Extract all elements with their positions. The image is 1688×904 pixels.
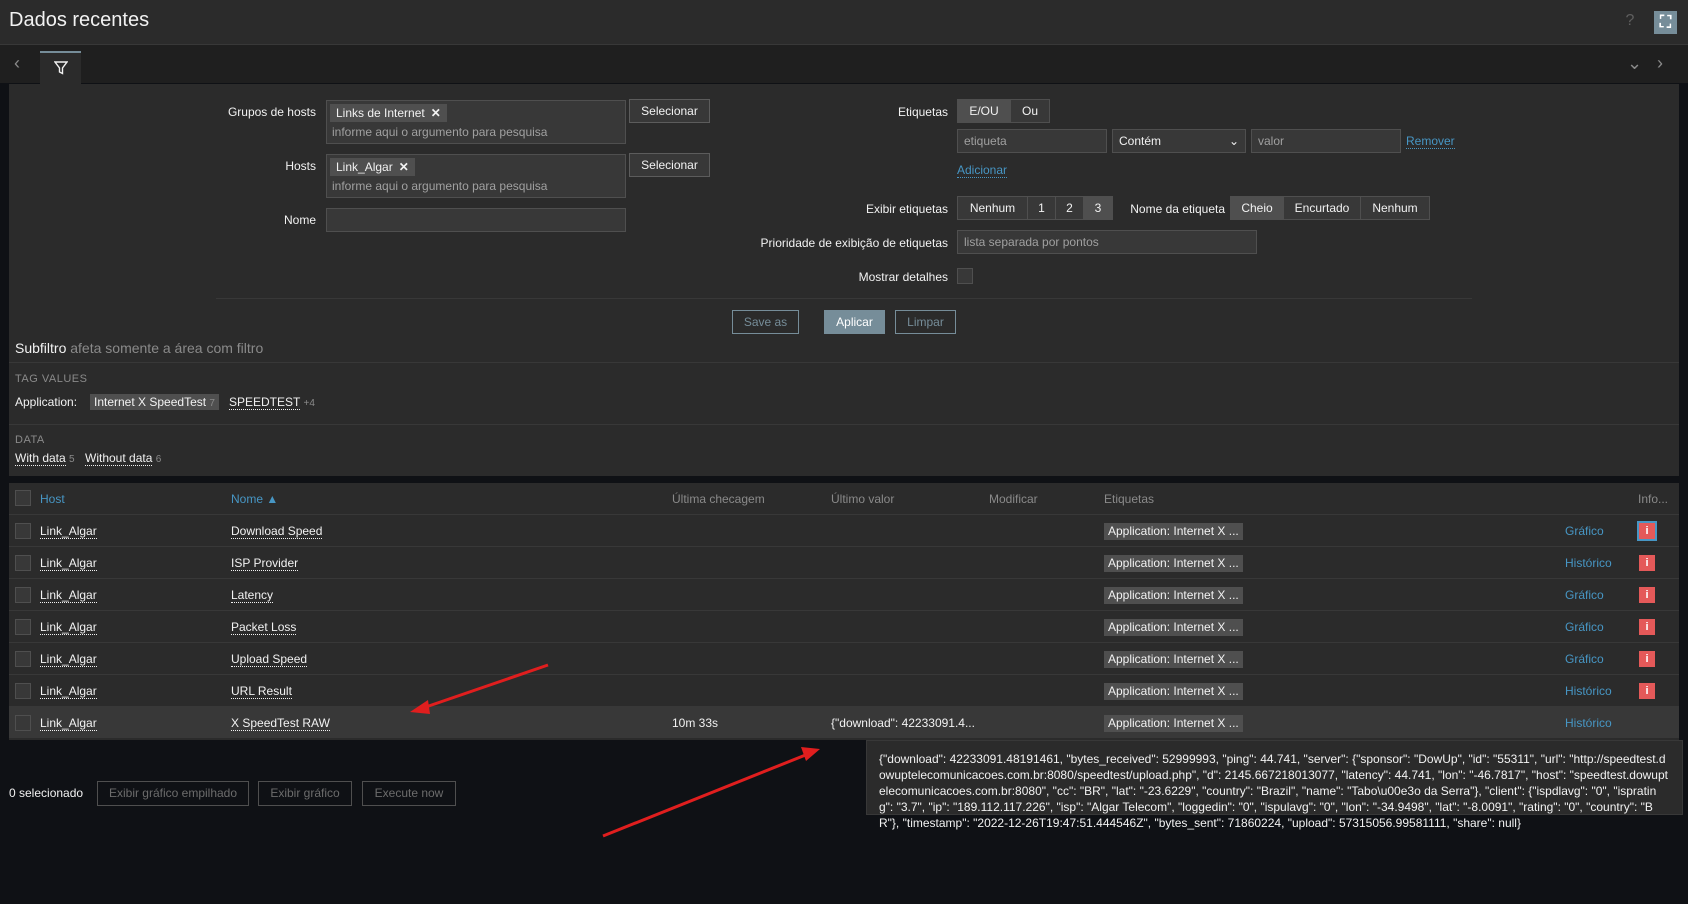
annotation-arrows <box>410 663 820 838</box>
annotation-arrow <box>602 752 809 838</box>
annotation-arrowhead <box>801 747 820 761</box>
annotation-arrowhead <box>410 700 430 714</box>
annotation-arrow <box>419 663 549 711</box>
